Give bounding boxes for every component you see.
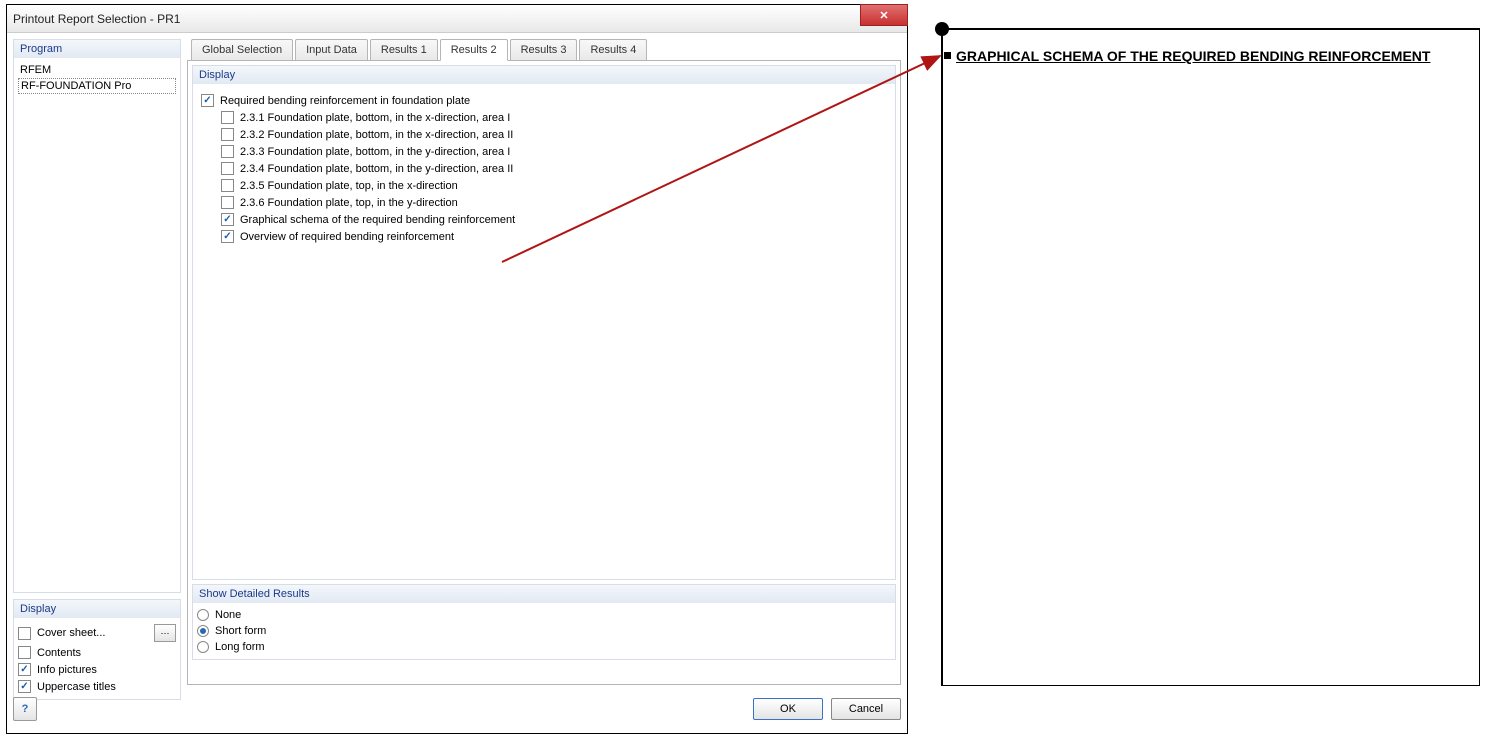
- tab-input[interactable]: Input Data: [295, 39, 368, 61]
- short-radio[interactable]: [197, 625, 209, 637]
- upper-checkbox[interactable]: [18, 680, 31, 693]
- display-title: Display: [193, 66, 895, 84]
- info-label: Info pictures: [37, 664, 97, 676]
- c2-checkbox[interactable]: [221, 128, 234, 141]
- dialog-window: Printout Report Selection - PR1 ✕ Progra…: [6, 4, 908, 734]
- c6-label: 2.3.6 Foundation plate, top, in the y-di…: [240, 197, 458, 209]
- display-group: Display Required bending reinforcement i…: [192, 65, 896, 580]
- c3-checkbox[interactable]: [221, 145, 234, 158]
- c7-label: Graphical schema of the required bending…: [240, 214, 515, 226]
- program-title: Program: [14, 40, 180, 58]
- window-title: Printout Report Selection - PR1: [13, 12, 180, 26]
- c8-checkbox[interactable]: [221, 230, 234, 243]
- c4-checkbox[interactable]: [221, 162, 234, 175]
- tab-results4[interactable]: Results 4: [579, 39, 647, 61]
- c1-label: 2.3.1 Foundation plate, bottom, in the x…: [240, 112, 510, 124]
- tab-results3[interactable]: Results 3: [510, 39, 578, 61]
- contents-checkbox[interactable]: [18, 646, 31, 659]
- cancel-button[interactable]: Cancel: [831, 698, 901, 720]
- close-button[interactable]: ✕: [860, 4, 908, 26]
- tab-strip: Global Selection Input Data Results 1 Re…: [187, 39, 901, 61]
- help-icon: ?: [22, 703, 29, 715]
- left-display-title: Display: [14, 600, 180, 618]
- tab-global[interactable]: Global Selection: [191, 39, 293, 61]
- program-list[interactable]: RFEM RF-FOUNDATION Pro: [14, 58, 180, 592]
- c5-label: 2.3.5 Foundation plate, top, in the x-di…: [240, 180, 458, 192]
- c1-checkbox[interactable]: [221, 111, 234, 124]
- c2-label: 2.3.2 Foundation plate, bottom, in the x…: [240, 129, 513, 141]
- info-checkbox[interactable]: [18, 663, 31, 676]
- c8-label: Overview of required bending reinforceme…: [240, 231, 454, 243]
- cover-edit-button[interactable]: ⋯: [154, 624, 176, 642]
- ok-button[interactable]: OK: [753, 698, 823, 720]
- c4-label: 2.3.4 Foundation plate, bottom, in the y…: [240, 163, 513, 175]
- c6-checkbox[interactable]: [221, 196, 234, 209]
- long-label: Long form: [215, 641, 265, 653]
- none-label: None: [215, 609, 241, 621]
- root-label: Required bending reinforcement in founda…: [220, 95, 470, 107]
- contents-label: Contents: [37, 647, 81, 659]
- detailed-group: Show Detailed Results None Short form Lo…: [192, 584, 896, 660]
- program-item-rfem[interactable]: RFEM: [18, 63, 176, 77]
- c3-label: 2.3.3 Foundation plate, bottom, in the y…: [240, 146, 510, 158]
- cover-label: Cover sheet...: [37, 627, 105, 639]
- upper-label: Uppercase titles: [37, 681, 116, 693]
- cover-checkbox[interactable]: [18, 627, 31, 640]
- program-group: Program RFEM RF-FOUNDATION Pro: [13, 39, 181, 593]
- close-icon: ✕: [879, 9, 888, 22]
- short-label: Short form: [215, 625, 266, 637]
- tab-results2[interactable]: Results 2: [440, 39, 508, 61]
- c7-checkbox[interactable]: [221, 213, 234, 226]
- tab-results1[interactable]: Results 1: [370, 39, 438, 61]
- detailed-title: Show Detailed Results: [193, 585, 895, 603]
- schema-panel: 8 x 0.25 Top req. Asy, i 8 x 0.26 Top re…: [941, 28, 1480, 686]
- c5-checkbox[interactable]: [221, 179, 234, 192]
- root-checkbox[interactable]: [201, 94, 214, 107]
- left-display-group: Display Cover sheet... ⋯ Contents Info p…: [13, 599, 181, 700]
- none-radio[interactable]: [197, 609, 209, 621]
- titlebar: Printout Report Selection - PR1 ✕: [7, 5, 907, 33]
- help-button[interactable]: ?: [13, 697, 37, 721]
- program-item-foundation[interactable]: RF-FOUNDATION Pro: [18, 78, 176, 94]
- long-radio[interactable]: [197, 641, 209, 653]
